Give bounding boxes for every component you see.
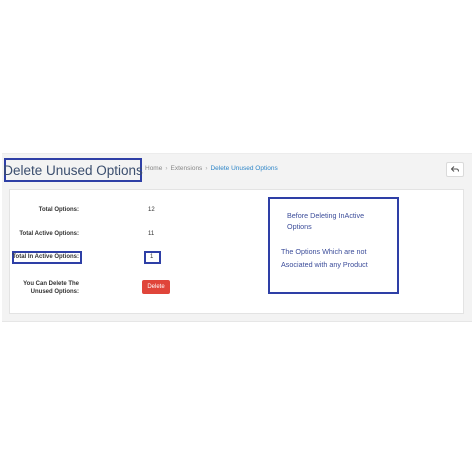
breadcrumb-separator: › [165, 165, 168, 172]
delete-hint-label-line1: You Can Delete The [23, 281, 79, 287]
total-active-options-label: Total Active Options: [19, 231, 79, 237]
reply-arrow-icon [451, 166, 459, 172]
breadcrumb-current[interactable]: Delete Unused Options [210, 165, 277, 172]
total-options-value: 12 [148, 207, 155, 213]
annotation-line2: Options [287, 222, 312, 231]
breadcrumb-extensions[interactable]: Extensions [171, 165, 203, 172]
page-title-highlight: Delete Unused Options [3, 158, 143, 182]
annotation-line3: The Options Which are not [281, 247, 367, 256]
page-title: Delete Unused Options [3, 162, 143, 178]
total-inactive-options-value: 1 [150, 254, 154, 260]
delete-hint-label-line2: Unused Options: [30, 289, 79, 295]
total-options-label: Total Options: [38, 207, 79, 213]
annotation-line1: Before Deleting InActive [287, 211, 365, 220]
breadcrumb-home[interactable]: Home [145, 165, 162, 172]
annotation-line4: Asociated with any Product [281, 260, 368, 269]
total-inactive-options-label: Total In Active Options: [12, 254, 79, 260]
breadcrumb: Home › Extensions › Delete Unused Option… [145, 165, 278, 172]
total-active-options-value: 11 [148, 231, 155, 237]
annotation-box: Before Deleting InActive Options The Opt… [268, 197, 399, 294]
breadcrumb-separator: › [205, 165, 208, 172]
delete-button[interactable]: Delete [142, 280, 170, 294]
back-button[interactable] [446, 162, 464, 177]
